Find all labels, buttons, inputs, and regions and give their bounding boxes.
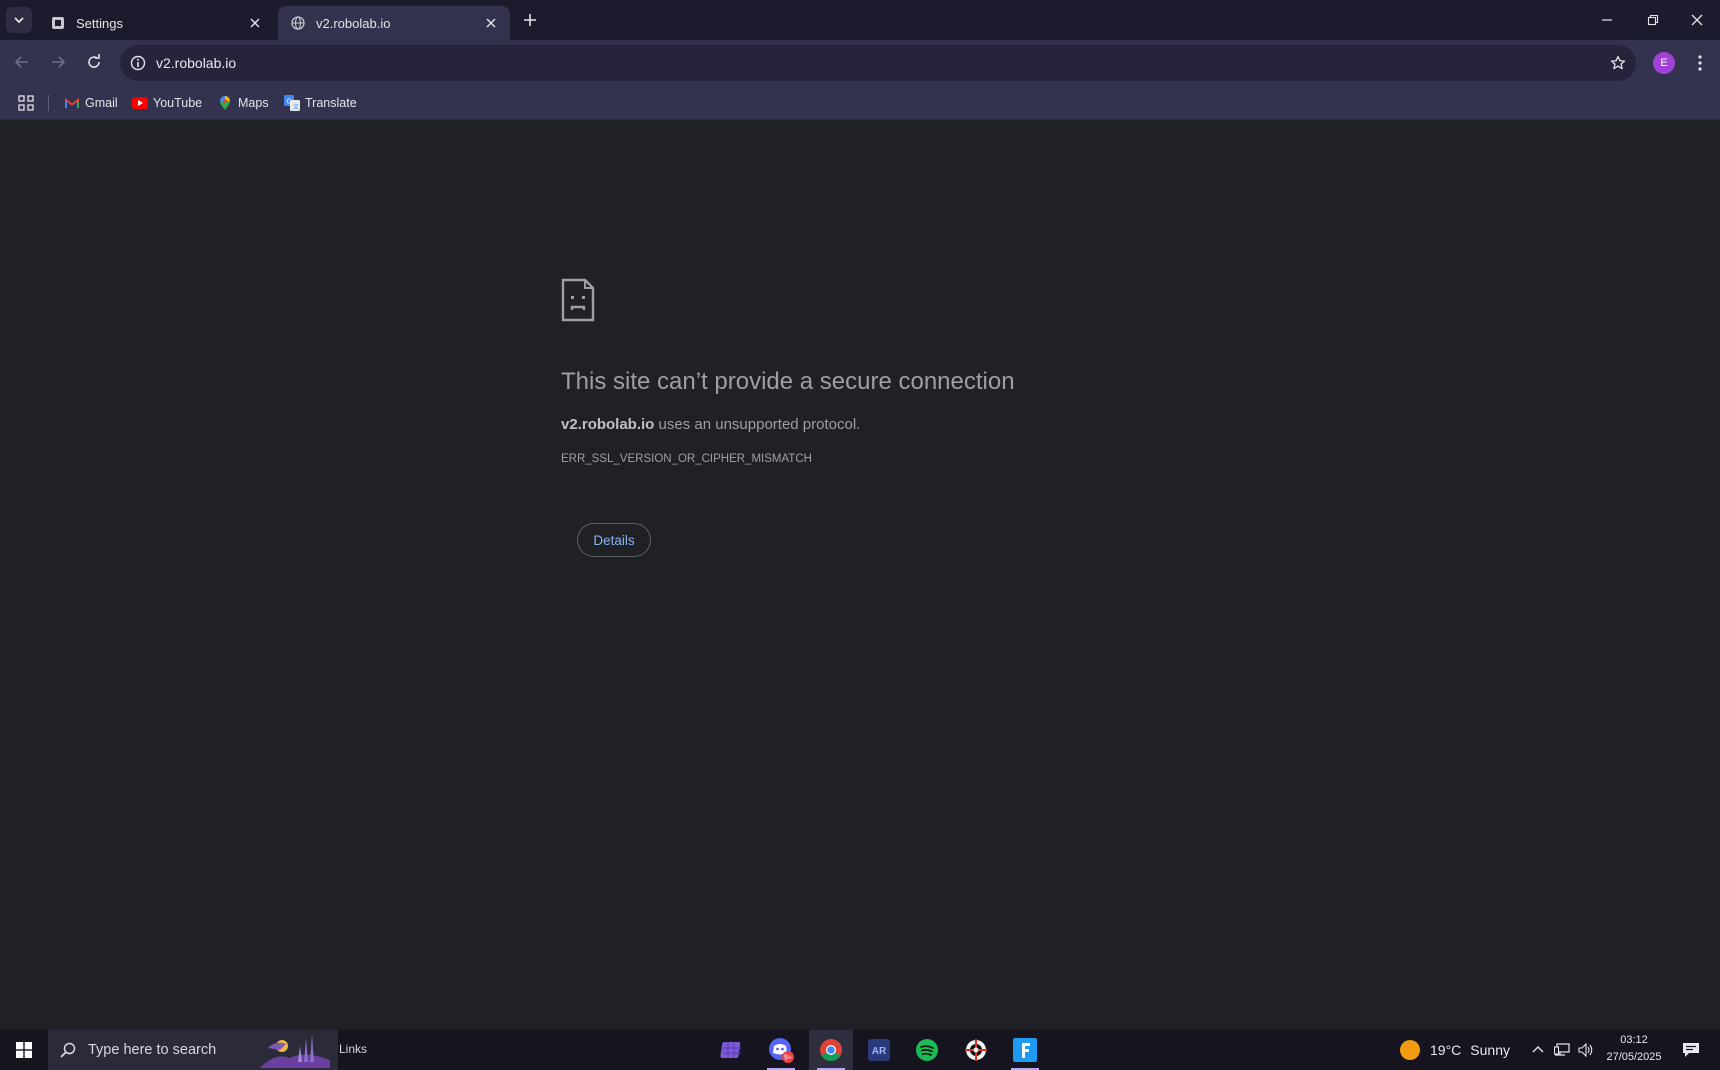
bookmark-label: Translate (305, 96, 357, 110)
globe-icon (290, 15, 306, 31)
chrome-icon (820, 1039, 842, 1061)
tab-robolab[interactable]: v2.robolab.io (278, 6, 510, 40)
notification-center-button[interactable] (1676, 1030, 1706, 1070)
reload-button[interactable] (80, 48, 108, 76)
chevron-down-icon (14, 17, 24, 24)
bookmark-translate[interactable]: G文 Translate (284, 93, 357, 113)
bookmark-label: YouTube (153, 96, 203, 110)
tab-title: v2.robolab.io (316, 15, 391, 31)
reload-icon (88, 54, 100, 68)
restore-button[interactable] (1630, 0, 1676, 40)
sad-page-icon (561, 278, 595, 322)
back-button[interactable] (8, 48, 36, 76)
network-icon (1554, 1043, 1570, 1056)
sun-icon (1400, 1040, 1420, 1060)
volume-icon (1578, 1043, 1593, 1057)
weather-temperature: 19°C (1430, 1042, 1462, 1058)
volume-tray-button[interactable] (1575, 1030, 1597, 1070)
gmail-icon (64, 95, 80, 111)
svg-text:AR: AR (872, 1046, 887, 1057)
plus-icon (524, 14, 536, 26)
error-code: ERR_SSL_VERSION_OR_CIPHER_MISMATCH (561, 453, 812, 465)
bookmark-youtube[interactable]: YouTube (132, 93, 202, 113)
start-button[interactable] (0, 1030, 48, 1070)
search-highlight-illustration-icon (260, 1034, 330, 1068)
translate-icon: G文 (284, 95, 300, 111)
error-description: v2.robolab.io uses an unsupported protoc… (561, 416, 860, 433)
taskbar-discord[interactable]: 9+ (759, 1030, 803, 1070)
tab-strip: Settings v2.robolab.io (0, 0, 1720, 40)
network-tray-button[interactable] (1551, 1030, 1573, 1070)
taskbar-f-app[interactable] (1003, 1030, 1047, 1070)
maps-icon (217, 95, 233, 111)
page-content: This site can’t provide a secure connect… (0, 121, 1720, 1030)
search-icon (58, 1040, 78, 1060)
windows-taskbar: Type here to search Links 9+ AR 19°C Sun… (0, 1030, 1720, 1070)
app-grid-icon (720, 1042, 741, 1058)
taskbar-search-box[interactable]: Type here to search (48, 1030, 338, 1070)
weather-condition: Sunny (1470, 1042, 1510, 1058)
browser-toolbar: v2.robolab.io E (0, 40, 1720, 86)
bookmark-star-icon[interactable] (1608, 53, 1628, 73)
search-placeholder: Type here to search (88, 1042, 217, 1058)
kebab-menu-icon (1698, 55, 1702, 71)
profile-avatar[interactable]: E (1653, 52, 1675, 74)
weather-widget[interactable]: 19°C Sunny (1400, 1030, 1510, 1070)
browser-menu-button[interactable] (1690, 50, 1710, 76)
restore-icon (1647, 14, 1659, 26)
chevron-up-icon (1532, 1046, 1544, 1053)
spotify-icon (916, 1039, 938, 1061)
bookmark-gmail[interactable]: Gmail (64, 93, 118, 113)
f-app-icon (1013, 1038, 1037, 1062)
discord-badge: 9+ (784, 1055, 792, 1062)
notification-icon (1683, 1043, 1699, 1057)
minimize-icon (1602, 19, 1612, 21)
tab-title: Settings (76, 15, 123, 31)
details-button[interactable]: Details (577, 523, 651, 557)
bookmark-maps[interactable]: Maps (217, 93, 269, 113)
svg-text:G: G (287, 99, 292, 106)
bookmarks-bar: Gmail YouTube Maps G文 Translate (0, 86, 1720, 120)
close-tab-icon[interactable] (246, 14, 264, 32)
address-bar[interactable]: v2.robolab.io (120, 45, 1636, 81)
taskbar-chrome[interactable] (809, 1030, 853, 1070)
taskbar-ar-app[interactable]: AR (857, 1030, 901, 1070)
new-tab-button[interactable] (518, 8, 542, 32)
clock-date: 27/05/2025 (1606, 1051, 1662, 1063)
discord-icon: 9+ (769, 1038, 794, 1063)
taskbar-spotify[interactable] (905, 1030, 949, 1070)
taskbar-target-app[interactable] (954, 1030, 998, 1070)
error-description-text: uses an unsupported protocol. (654, 416, 861, 433)
system-clock[interactable]: 03:12 27/05/2025 (1600, 1032, 1668, 1066)
youtube-icon (132, 95, 148, 111)
taskbar-app-grid[interactable] (710, 1030, 754, 1070)
arrow-right-icon (52, 56, 66, 68)
target-app-icon (965, 1039, 987, 1061)
svg-text:文: 文 (293, 103, 299, 111)
bookmark-label: Maps (238, 96, 269, 110)
arrow-left-icon (14, 56, 28, 68)
error-host: v2.robolab.io (561, 416, 655, 433)
links-toolbar-label[interactable]: Links (339, 1042, 367, 1056)
clock-time: 03:12 (1620, 1034, 1648, 1046)
bookmarks-divider (48, 95, 49, 111)
site-info-icon[interactable] (129, 54, 147, 72)
minimize-button[interactable] (1584, 0, 1630, 40)
close-tab-icon[interactable] (482, 14, 500, 32)
error-title: This site can’t provide a secure connect… (561, 368, 1015, 395)
url-text: v2.robolab.io (156, 55, 237, 71)
windows-logo-icon (16, 1042, 32, 1058)
tab-search-button[interactable] (6, 7, 32, 33)
show-hidden-icons-button[interactable] (1527, 1030, 1549, 1070)
tab-settings[interactable]: Settings (38, 6, 274, 40)
apps-grid-icon[interactable] (16, 93, 36, 113)
bookmark-label: Gmail (85, 96, 118, 110)
close-icon (1691, 14, 1703, 26)
settings-favicon (50, 15, 66, 31)
forward-button[interactable] (44, 48, 72, 76)
ar-app-icon: AR (868, 1039, 890, 1061)
close-window-button[interactable] (1674, 0, 1720, 40)
